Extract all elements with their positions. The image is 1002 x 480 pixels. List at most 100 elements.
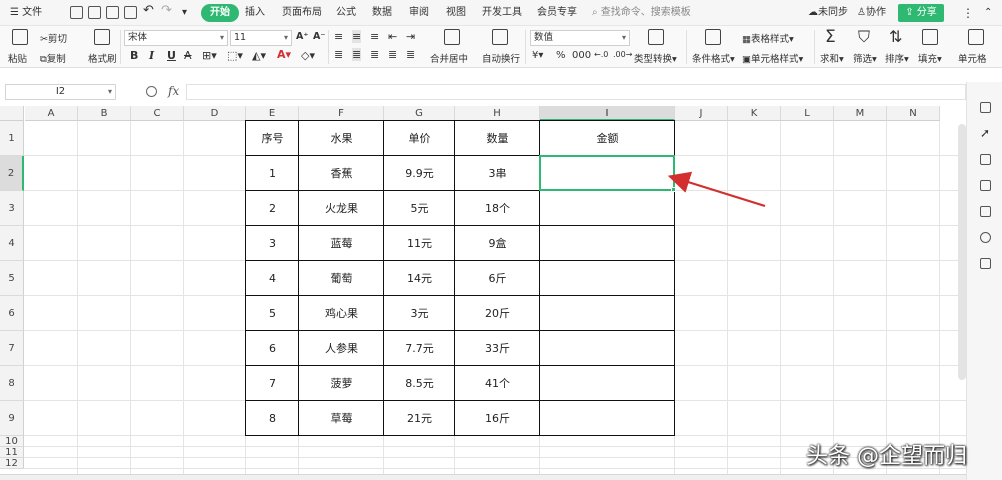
format-painter-button[interactable]: 格式刷 [88,51,117,65]
font-name-select[interactable]: 宋体 ▾ [124,30,228,46]
collapse-icon[interactable]: ⌃ [984,4,992,22]
currency-icon[interactable]: ¥▾ [532,50,543,61]
chevron-down-icon: ▾ [107,87,112,96]
chevron-down-icon: ▾ [621,33,626,42]
sync-status[interactable]: ☁未同步 [808,4,848,22]
italic-button[interactable]: I [149,49,154,62]
sort-button[interactable]: 排序▾ [885,51,909,65]
border-icon[interactable]: ⊞▾ [202,49,217,62]
red-arrow-annotation [667,171,766,208]
gallery-icon[interactable] [980,206,991,217]
chevron-down-icon: ▾ [283,33,288,42]
type-convert-button[interactable]: 类型转换▾ [634,51,677,65]
paste-icon[interactable] [12,29,28,45]
filter-icon[interactable]: ⛉ [858,27,870,47]
thousands-icon[interactable]: 000 [572,50,591,61]
scissors-icon: ✂ [40,34,48,45]
copy-button[interactable]: ⧉复制 [40,51,66,65]
export-icon[interactable] [88,6,101,19]
share-button[interactable]: ⇪ 分享 [898,4,944,22]
eraser-icon[interactable]: ◇▾ [301,49,315,62]
vertical-scrollbar[interactable] [958,124,966,380]
tab-home[interactable]: 开始 [201,4,239,22]
spreadsheet-grid[interactable]: ABCDEFGHIJKLMN 1 2 3 4 5 6 7 8 9 10 11 12 序号 水果 单价 数量金… [0,106,966,480]
sum-button[interactable]: 求和▾ [820,51,844,65]
wrap-text-button[interactable]: 自动换行 [482,51,520,65]
print-icon[interactable] [106,6,119,19]
menu-file[interactable]: ☰ 文件 [10,4,42,22]
tab-review[interactable]: 审阅 [409,4,429,22]
increase-font-button[interactable]: A⁺ [296,31,308,42]
preview-icon[interactable] [124,6,137,19]
cells-icon[interactable] [968,29,984,45]
underline-button[interactable]: U [167,49,176,62]
collab-button[interactable]: ♙协作 [857,4,886,22]
tab-view[interactable]: 视图 [446,4,466,22]
fill-icon[interactable] [922,29,938,45]
more-options-icon[interactable]: ⋮ [962,4,974,22]
tab-formula[interactable]: 公式 [336,4,356,22]
paste-button[interactable]: 粘贴 [8,51,27,65]
chevron-down-icon: ▾ [219,33,224,42]
tab-developer[interactable]: 开发工具 [482,4,522,22]
conditional-format-icon[interactable] [705,29,721,45]
undo-icon[interactable]: ↶ [143,2,154,20]
align-top-icon[interactable]: ≡ [334,30,343,43]
book-icon[interactable] [980,258,991,269]
convert-icon[interactable] [648,29,664,45]
cell-style-button[interactable]: ▣单元格样式▾ [742,51,803,65]
cells-button[interactable]: 单元格 [958,51,987,65]
table-style-button[interactable]: ▦表格样式▾ [742,31,794,45]
tab-insert[interactable]: 插入 [245,4,265,22]
location-icon[interactable] [980,232,991,243]
filter-button[interactable]: 筛选▾ [853,51,877,65]
number-format-select[interactable]: 数值 ▾ [530,30,630,46]
distributed-icon[interactable]: ≣ [406,48,415,61]
justify-icon[interactable]: ≣ [388,48,397,61]
zoom-icon[interactable] [146,86,157,97]
indent-decrease-icon[interactable]: ⇤ [388,30,397,43]
settings-icon[interactable] [980,154,991,165]
align-left-icon[interactable]: ≣ [334,48,343,61]
share-icon: ⇪ [905,7,917,18]
decrease-font-button[interactable]: A⁻ [313,31,325,42]
align-right-icon[interactable]: ≣ [370,48,379,61]
fill-pattern-icon[interactable]: ⬚▾ [227,49,243,62]
cut-button[interactable]: ✂剪切 [40,31,67,45]
format-painter-icon[interactable] [94,29,110,45]
more-icon[interactable]: ▾ [182,4,187,22]
save-icon[interactable] [70,6,83,19]
tab-page-layout[interactable]: 页面布局 [282,4,322,22]
fx-icon[interactable]: fx [168,84,179,98]
align-middle-icon[interactable]: ≡ [352,30,362,43]
wrap-text-icon[interactable] [492,29,508,45]
tab-data[interactable]: 数据 [372,4,392,22]
bold-button[interactable]: B [130,49,138,62]
sort-icon[interactable]: ⇅ [889,27,902,46]
conditional-format-button[interactable]: 条件格式▾ [692,51,735,65]
sum-icon[interactable]: Σ [825,27,836,47]
fill-button[interactable]: 填充▾ [918,51,942,65]
command-search[interactable]: ⌕ 查找命令、搜索模板 [592,4,691,22]
decimal-increase-icon[interactable]: ←.0 [594,50,608,59]
cell-style-icon: ▣ [742,54,751,65]
indent-increase-icon[interactable]: ⇥ [406,30,415,43]
merge-icon[interactable] [444,29,460,45]
font-color-icon[interactable]: A▾ [277,48,291,61]
merge-center-button[interactable]: 合并居中 [430,51,468,65]
cursor-icon[interactable]: ➚ [980,127,991,139]
strikethrough-button[interactable]: A [184,49,192,62]
redo-icon[interactable]: ↷ [161,2,172,20]
align-center-icon[interactable]: ≣ [352,48,362,61]
font-size-select[interactable]: 11 ▾ [230,30,292,46]
crop-icon[interactable] [980,180,991,191]
table-icon: ▦ [742,34,751,45]
name-box[interactable]: I2 ▾ [5,84,116,100]
pin-icon[interactable] [980,102,991,113]
decimal-decrease-icon[interactable]: .00→ [613,50,632,59]
percent-icon[interactable]: % [556,50,566,61]
fill-color-icon[interactable]: ◭▾ [252,49,266,62]
formula-input[interactable] [186,84,966,100]
align-bottom-icon[interactable]: ≡ [370,30,379,43]
tab-member[interactable]: 会员专享 [537,4,577,22]
